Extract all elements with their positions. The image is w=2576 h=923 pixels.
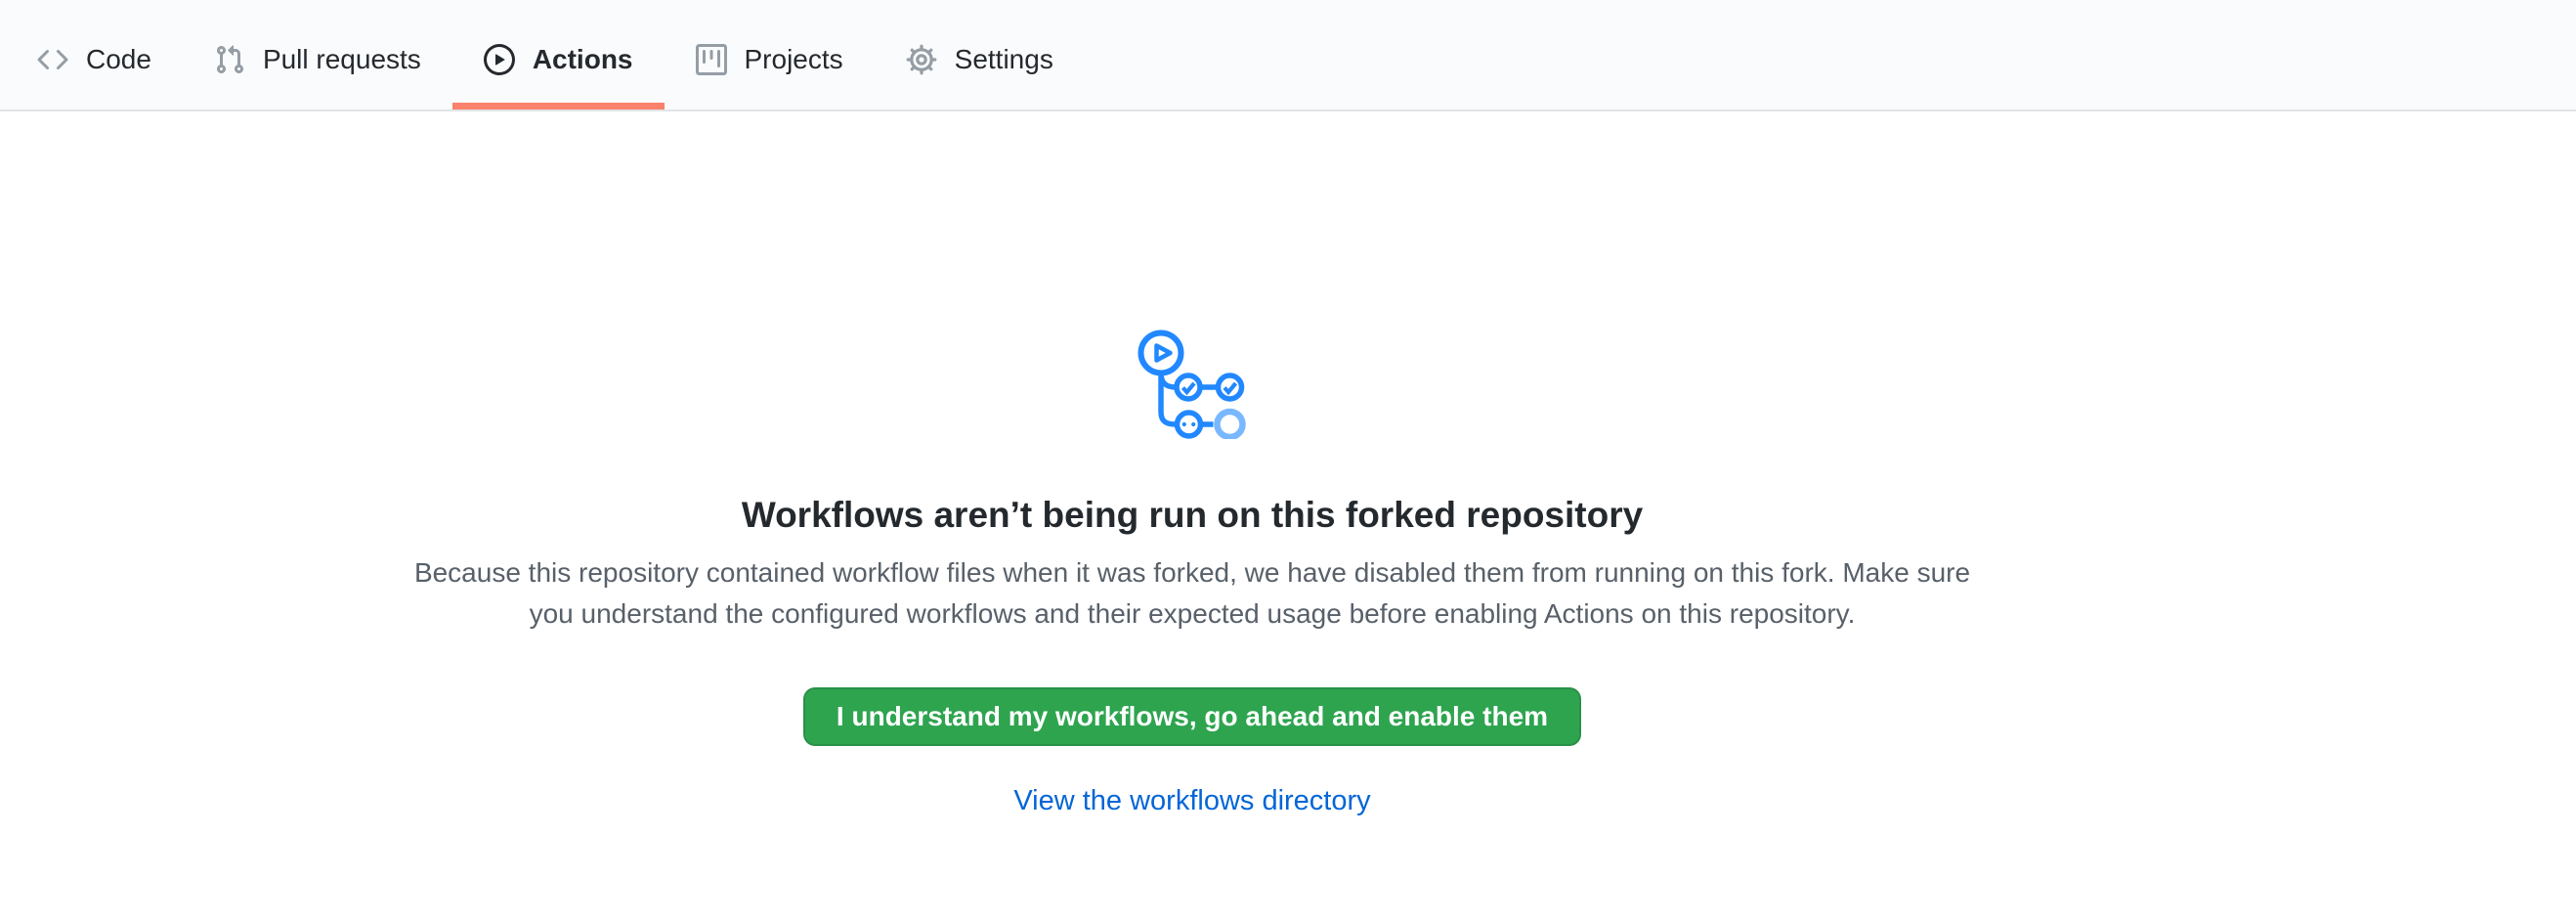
tab-actions-label: Actions xyxy=(533,44,633,75)
enable-workflows-button[interactable]: I understand my workflows, go ahead and … xyxy=(803,687,1581,746)
repo-nav: Code Pull requests Actions Projects xyxy=(0,0,2576,111)
blankslate-description: Because this repository contained workfl… xyxy=(410,552,1974,635)
view-workflows-directory-link[interactable]: View the workflows directory xyxy=(1013,785,1370,816)
tab-actions[interactable]: Actions xyxy=(452,0,665,110)
tab-settings-label: Settings xyxy=(955,44,1053,75)
tab-projects[interactable]: Projects xyxy=(665,0,875,110)
blankslate-heading: Workflows aren’t being run on this forke… xyxy=(410,493,1974,538)
tab-code[interactable]: Code xyxy=(6,0,183,110)
project-icon xyxy=(696,44,727,75)
tab-code-label: Code xyxy=(86,44,151,75)
tab-projects-label: Projects xyxy=(745,44,843,75)
actions-blankslate: Workflows aren’t being run on this forke… xyxy=(410,111,1974,817)
gear-icon xyxy=(906,44,937,75)
tab-settings[interactable]: Settings xyxy=(875,0,1085,110)
tab-pull-requests[interactable]: Pull requests xyxy=(183,0,452,110)
code-icon xyxy=(37,44,68,75)
play-icon xyxy=(484,44,515,75)
actions-workflow-icon xyxy=(1137,328,1248,439)
git-pull-request-icon xyxy=(214,44,245,75)
tab-pull-requests-label: Pull requests xyxy=(263,44,421,75)
